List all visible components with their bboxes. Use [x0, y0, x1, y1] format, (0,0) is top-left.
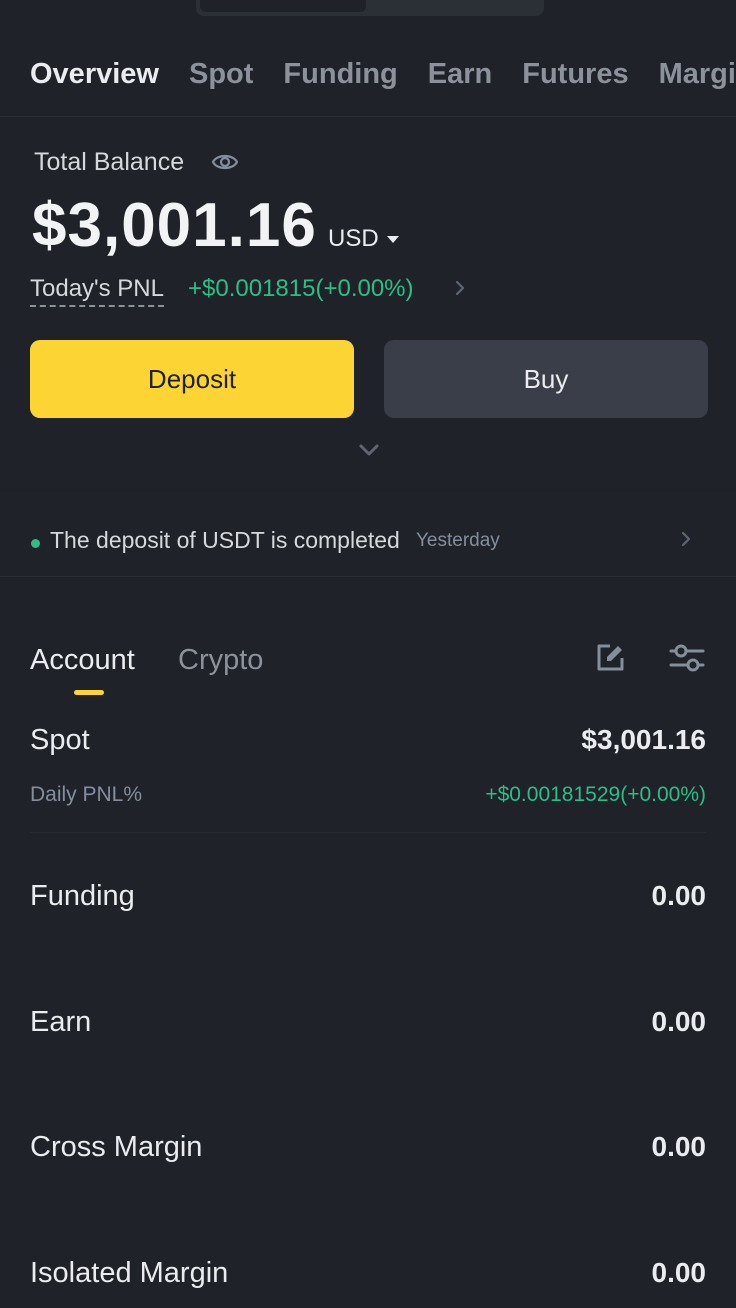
notice-text[interactable]: The deposit of USDT is completed [50, 524, 400, 556]
account-value-spot: $3,001.16 [581, 724, 706, 755]
account-label-cross-margin[interactable]: Cross Margin [30, 1127, 202, 1167]
notice-divider [0, 576, 736, 577]
account-value-isolated-margin: 0.00 [651, 1257, 707, 1288]
segment-active[interactable] [200, 0, 366, 12]
edit-icon[interactable] [594, 642, 626, 674]
tab-margin[interactable]: Margin [659, 52, 736, 96]
currency-label: USD [328, 225, 379, 252]
chevron-down-icon[interactable] [356, 440, 382, 460]
top-segmented-control[interactable] [196, 0, 544, 16]
buy-button[interactable]: Buy [384, 340, 708, 418]
status-dot-icon [31, 539, 40, 548]
notice-time: Yesterday [416, 530, 500, 551]
tab-account[interactable]: Account [30, 640, 135, 680]
spot-divider [30, 832, 706, 833]
todays-pnl-value: +$0.001815(+0.00%) [188, 275, 414, 302]
deposit-button[interactable]: Deposit [30, 340, 354, 418]
daily-pnl-value: +$0.00181529(+0.00%) [485, 783, 706, 806]
tab-spot[interactable]: Spot [189, 52, 253, 96]
wallet-tabs: Overview Spot Funding Earn Futures Margi… [30, 52, 736, 96]
total-balance-label: Total Balance [34, 148, 185, 176]
account-label-isolated-margin[interactable]: Isolated Margin [30, 1253, 228, 1293]
eye-icon[interactable] [212, 150, 238, 174]
account-value-earn: 0.00 [651, 1006, 707, 1037]
filter-settings-icon[interactable] [668, 642, 706, 674]
account-value-funding: 0.00 [651, 880, 707, 911]
daily-pnl-label: Daily PNL% [30, 783, 143, 806]
notice-top-divider [0, 490, 736, 491]
buy-button-label: Buy [523, 363, 569, 394]
active-tab-indicator [74, 690, 104, 695]
tab-overview[interactable]: Overview [30, 52, 159, 96]
tab-funding[interactable]: Funding [283, 52, 397, 96]
caret-down-icon [386, 236, 399, 244]
tab-crypto[interactable]: Crypto [178, 640, 263, 680]
chevron-right-icon[interactable] [454, 276, 468, 300]
chevron-right-icon[interactable] [680, 527, 694, 551]
currency-selector[interactable]: USD [328, 224, 399, 254]
tab-earn[interactable]: Earn [428, 52, 492, 96]
tabs-divider [0, 116, 736, 117]
deposit-button-label: Deposit [147, 363, 237, 394]
tab-futures[interactable]: Futures [522, 52, 628, 96]
total-balance-amount: $3,001.16 [32, 191, 317, 260]
account-label-funding[interactable]: Funding [30, 876, 135, 916]
account-label-earn[interactable]: Earn [30, 1002, 91, 1042]
account-label-spot[interactable]: Spot [30, 720, 90, 760]
account-value-cross-margin: 0.00 [651, 1131, 707, 1162]
todays-pnl-label[interactable]: Today's PNL [30, 273, 164, 307]
